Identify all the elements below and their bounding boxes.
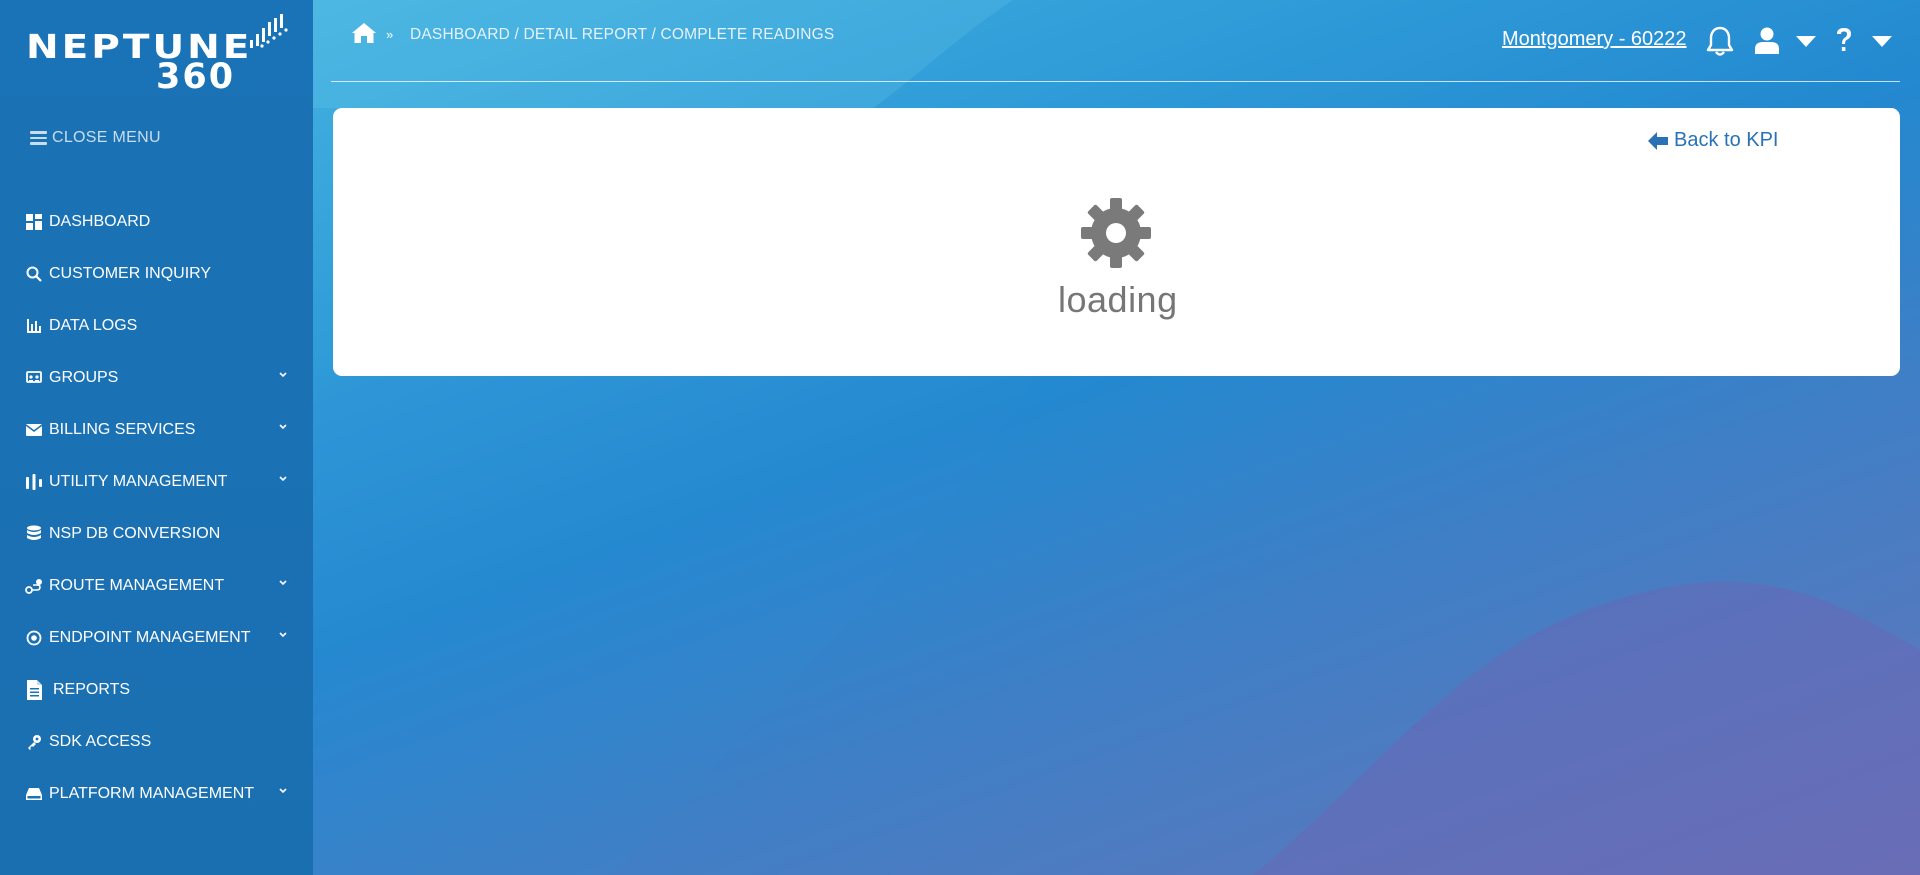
breadcrumb: DASHBOARD / DETAIL REPORT / COMPLETE REA… (410, 26, 835, 43)
bell-icon[interactable] (1706, 26, 1734, 57)
help-icon[interactable] (1834, 26, 1854, 54)
logo-suffix: 360 (156, 57, 236, 97)
help-menu-caret-icon[interactable] (1872, 36, 1892, 47)
sidebar-item-dashboard[interactable]: DASHBOARD (0, 196, 313, 248)
logo-signal-icon (250, 14, 288, 48)
chevron-down-icon (279, 424, 287, 430)
sidebar-item-label: NSP DB CONVERSION (49, 525, 221, 542)
sidebar-item-groups[interactable]: GROUPS (0, 352, 313, 404)
chevron-down-icon (279, 476, 287, 482)
sidebar: NEPTUNE 360 CLOSE MENU DASHBOARD CUSTOME… (0, 0, 313, 875)
sidebar-item-endpoint-management[interactable]: ENDPOINT MANAGEMENT (0, 612, 313, 664)
sidebar-item-customer-inquiry[interactable]: CUSTOMER INQUIRY (0, 248, 313, 300)
sidebar-item-sdk-access[interactable]: SDK ACCESS (0, 716, 313, 768)
signal-icon (25, 473, 43, 491)
user-menu-caret-icon[interactable] (1796, 36, 1816, 47)
sidebar-item-label: CUSTOMER INQUIRY (49, 265, 212, 282)
sidebar-item-utility-management[interactable]: UTILITY MANAGEMENT (0, 456, 313, 508)
chevron-down-icon (279, 580, 287, 586)
database-icon (25, 525, 43, 543)
chevron-down-icon (279, 788, 287, 794)
sidebar-item-label: ROUTE MANAGEMENT (49, 577, 225, 594)
header-divider (331, 81, 1900, 82)
chevron-down-icon (279, 372, 287, 378)
target-icon (25, 629, 43, 647)
search-icon (25, 265, 43, 283)
home-icon[interactable] (351, 22, 377, 44)
breadcrumb-separator-icon: » (386, 27, 394, 42)
chevron-down-icon (279, 632, 287, 638)
sidebar-item-data-logs[interactable]: DATA LOGS (0, 300, 313, 352)
document-icon (25, 680, 43, 700)
sidebar-item-route-management[interactable]: ROUTE MANAGEMENT (0, 560, 313, 612)
sidebar-item-label: UTILITY MANAGEMENT (49, 473, 228, 490)
key-icon (25, 733, 43, 751)
grid-icon (25, 213, 43, 231)
back-to-kpi-link[interactable]: Back to KPI (1648, 129, 1779, 152)
back-to-kpi-label: Back to KPI (1674, 129, 1779, 151)
groups-icon (25, 369, 43, 387)
close-menu-label: CLOSE MENU (52, 128, 161, 146)
arrow-left-icon (1648, 131, 1668, 150)
sidebar-item-label: DASHBOARD (49, 213, 151, 230)
hamburger-icon (30, 128, 47, 148)
sidebar-item-reports[interactable]: REPORTS (0, 664, 313, 716)
sidebar-item-label: GROUPS (49, 369, 119, 386)
loading-gear-icon (1081, 198, 1151, 268)
loading-text: loading (1058, 279, 1178, 320)
sidebar-item-label: REPORTS (53, 681, 131, 698)
sidebar-nav: DASHBOARD CUSTOMER INQUIRY DATA LOGS GRO… (0, 196, 313, 820)
sidebar-item-nsp-db-conversion[interactable]: NSP DB CONVERSION (0, 508, 313, 560)
user-icon[interactable] (1755, 27, 1779, 54)
sidebar-item-platform-management[interactable]: PLATFORM MANAGEMENT (0, 768, 313, 820)
envelope-icon (25, 421, 43, 439)
close-menu-button[interactable]: CLOSE MENU (30, 128, 161, 148)
location-link[interactable]: Montgomery - 60222 (1502, 28, 1687, 51)
sidebar-item-label: PLATFORM MANAGEMENT (49, 785, 255, 802)
bar-chart-icon (25, 317, 43, 335)
route-icon (25, 577, 43, 595)
neptune-logo[interactable]: NEPTUNE 360 (26, 14, 288, 97)
sidebar-item-label: BILLING SERVICES (49, 421, 196, 438)
sidebar-item-label: SDK ACCESS (49, 733, 152, 750)
sidebar-item-billing-services[interactable]: BILLING SERVICES (0, 404, 313, 456)
sidebar-item-label: DATA LOGS (49, 317, 138, 334)
sidebar-item-label: ENDPOINT MANAGEMENT (49, 629, 251, 646)
drive-icon (25, 785, 43, 803)
